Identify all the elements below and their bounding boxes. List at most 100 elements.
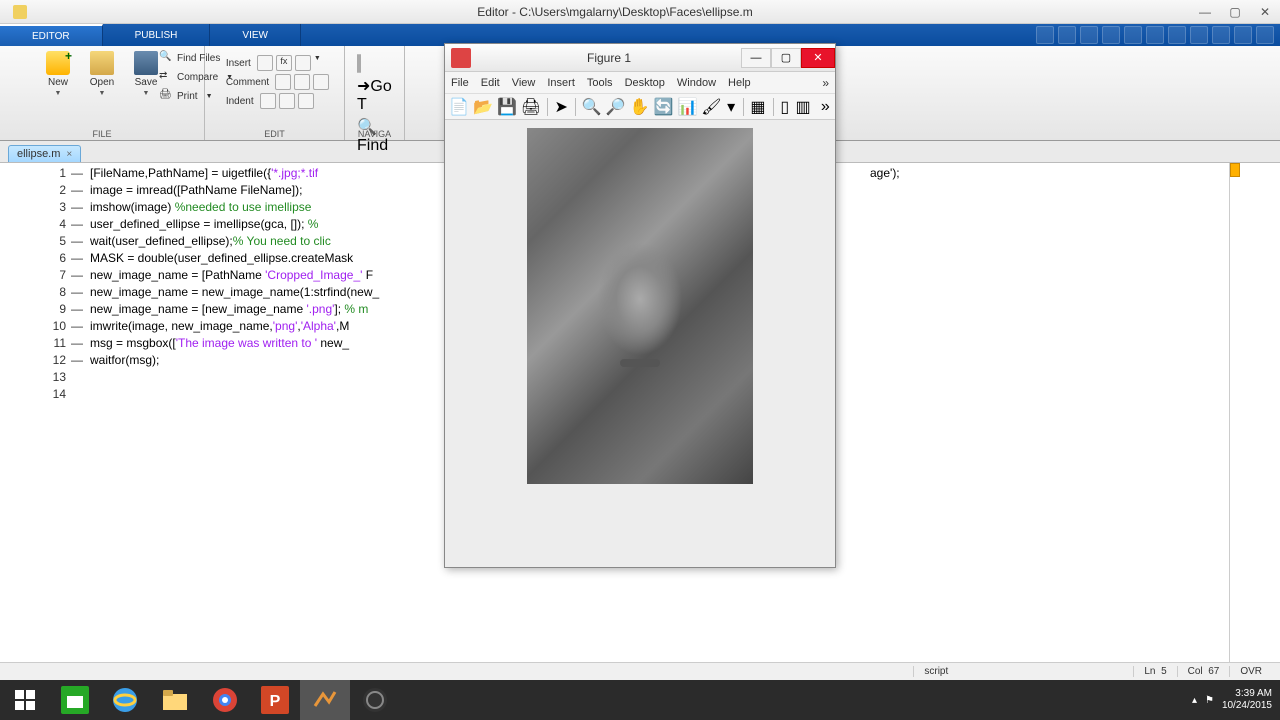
goto-icon: ➜ <box>357 78 370 95</box>
figure-menu-expand[interactable]: » <box>822 76 829 90</box>
explorer-icon[interactable] <box>150 680 200 720</box>
figure-menu-window[interactable]: Window <box>677 77 716 89</box>
qat-btn-1[interactable] <box>1036 26 1054 44</box>
window-title: Editor - C:\Users\mgalarny\Desktop\Faces… <box>40 5 1190 19</box>
start-button[interactable] <box>0 680 50 720</box>
toolbar-expand-icon[interactable]: » <box>820 97 831 117</box>
figure-minimize-button[interactable]: — <box>741 48 771 68</box>
insert-row[interactable]: Insert fx▼ <box>226 55 321 71</box>
compare-icon: ⇄ <box>159 70 173 84</box>
close-icon[interactable]: × <box>66 149 72 160</box>
title-bar: Editor - C:\Users\mgalarny\Desktop\Faces… <box>0 0 1280 24</box>
chrome-icon[interactable] <box>200 680 250 720</box>
pan-icon[interactable]: ✋ <box>629 97 649 117</box>
qat-redo-icon[interactable] <box>1168 26 1186 44</box>
figure-menu-edit[interactable]: Edit <box>481 77 500 89</box>
link-icon[interactable]: ▾ <box>725 97 736 117</box>
ribbon-group-navigate: ➜Go T 🔍Find NAVIGA <box>345 46 405 140</box>
rotate-icon[interactable]: 🔄 <box>653 97 673 117</box>
new-button[interactable]: New ▼ <box>39 51 77 97</box>
system-tray[interactable]: ▴ ⚑ 3:39 AM 10/24/2015 <box>1192 688 1280 712</box>
comment-icon-1[interactable] <box>275 74 291 90</box>
colorbar-icon[interactable]: ▦ <box>749 97 766 117</box>
quick-access-toolbar <box>1036 24 1280 46</box>
qat-help-icon[interactable] <box>1212 26 1230 44</box>
pointer-icon[interactable]: ➤ <box>554 97 569 117</box>
figure-menubar: File Edit View Insert Tools Desktop Window Help… <box>445 72 835 94</box>
chevron-down-icon: ▼ <box>99 90 106 97</box>
powerpoint-icon[interactable]: P <box>250 680 300 720</box>
qat-btn-5[interactable] <box>1124 26 1142 44</box>
file-tab-ellipse[interactable]: ellipse.m × <box>8 145 81 162</box>
goto-button[interactable]: ➜Go T <box>357 76 398 114</box>
comment-icon-2[interactable] <box>294 74 310 90</box>
comment-icon-3[interactable] <box>313 74 329 90</box>
figure-toolbar: 📄 📂 💾 🖨 ➤ 🔍 🔎 ✋ 🔄 📊 🖌 ▾ ▦ ▯ ▥ » <box>445 94 835 120</box>
indent-row[interactable]: Indent <box>226 93 314 109</box>
data-cursor-icon[interactable]: 📊 <box>677 97 697 117</box>
figure-menu-desktop[interactable]: Desktop <box>625 77 665 89</box>
qat-undo-icon[interactable] <box>1146 26 1164 44</box>
indent-icon-1[interactable] <box>260 93 276 109</box>
figure-window[interactable]: Figure 1 — ▢ ✕ File Edit View Insert Tools De… <box>444 43 836 568</box>
tray-flag-icon[interactable]: ⚑ <box>1205 695 1214 706</box>
fx-icon[interactable]: fx <box>276 55 292 71</box>
figure-axes[interactable] <box>445 120 835 567</box>
message-bar-indicator[interactable] <box>1230 163 1240 177</box>
save-figure-icon[interactable]: 💾 <box>497 97 517 117</box>
new-figure-icon[interactable]: 📄 <box>449 97 469 117</box>
ie-icon[interactable] <box>100 680 150 720</box>
figure-menu-insert[interactable]: Insert <box>547 77 575 89</box>
print-figure-icon[interactable]: 🖨 <box>521 97 541 117</box>
tab-editor[interactable]: EDITOR <box>0 24 103 46</box>
figure-menu-tools[interactable]: Tools <box>587 77 613 89</box>
zoom-in-icon[interactable]: 🔍 <box>581 97 601 117</box>
qat-btn-4[interactable] <box>1102 26 1120 44</box>
new-icon <box>46 51 70 75</box>
status-line: Ln 5 <box>1133 666 1176 677</box>
group-title-edit: EDIT <box>205 129 345 139</box>
layout-icon[interactable]: ▥ <box>794 97 811 117</box>
open-figure-icon[interactable]: 📂 <box>473 97 493 117</box>
obs-icon[interactable] <box>350 680 400 720</box>
figure-menu-file[interactable]: File <box>451 77 469 89</box>
legend-icon[interactable]: ▯ <box>779 97 790 117</box>
maximize-button[interactable]: ▢ <box>1220 2 1250 22</box>
insert-icon-1[interactable] <box>257 55 273 71</box>
code-overflow: age'); <box>870 165 900 182</box>
qat-btn-11[interactable] <box>1256 26 1274 44</box>
app-icon <box>0 0 40 23</box>
indent-icon-2[interactable] <box>279 93 295 109</box>
figure-maximize-button[interactable]: ▢ <box>771 48 801 68</box>
indent-icon-3[interactable] <box>298 93 314 109</box>
figure-menu-view[interactable]: View <box>512 77 536 89</box>
group-title-file: FILE <box>0 129 205 139</box>
chevron-down-icon: ▼ <box>55 90 62 97</box>
close-button[interactable]: ✕ <box>1250 2 1280 22</box>
dash-gutter: ———————————— <box>70 163 84 672</box>
nav-fwd-icon[interactable] <box>359 54 361 73</box>
qat-btn-2[interactable] <box>1058 26 1076 44</box>
qat-btn-3[interactable] <box>1080 26 1098 44</box>
comment-row[interactable]: Comment <box>226 74 329 90</box>
status-ovr: OVR <box>1229 666 1272 677</box>
windows-taskbar: P ▴ ⚑ 3:39 AM 10/24/2015 <box>0 680 1280 720</box>
tray-chevron-icon[interactable]: ▴ <box>1192 695 1197 706</box>
minimize-button[interactable]: — <box>1190 2 1220 22</box>
tab-publish[interactable]: PUBLISH <box>103 24 211 46</box>
tab-view[interactable]: VIEW <box>210 24 301 46</box>
qat-btn-10[interactable] <box>1234 26 1252 44</box>
brush-icon[interactable]: 🖌 <box>701 97 721 117</box>
ribbon-group-edit: Insert fx▼ Comment Indent EDIT <box>205 46 345 140</box>
face-image <box>527 128 753 484</box>
insert-icon-3[interactable] <box>295 55 311 71</box>
figure-close-button[interactable]: ✕ <box>801 48 835 68</box>
qat-btn-8[interactable] <box>1190 26 1208 44</box>
clock[interactable]: 3:39 AM 10/24/2015 <box>1222 688 1272 712</box>
matlab-icon[interactable] <box>300 680 350 720</box>
store-icon[interactable] <box>50 680 100 720</box>
zoom-out-icon[interactable]: 🔎 <box>605 97 625 117</box>
figure-titlebar[interactable]: Figure 1 — ▢ ✕ <box>445 44 835 72</box>
figure-menu-help[interactable]: Help <box>728 77 751 89</box>
open-button[interactable]: Open ▼ <box>83 51 121 97</box>
